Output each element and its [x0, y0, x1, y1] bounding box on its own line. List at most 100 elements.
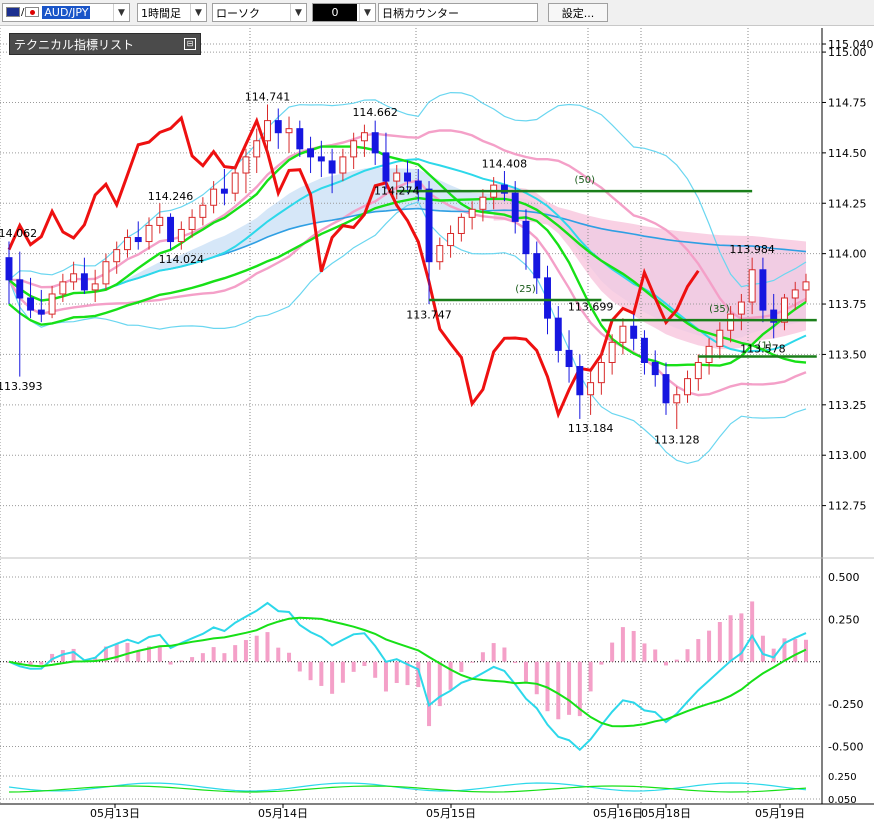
oscillator-histogram-bar: [728, 615, 733, 662]
oscillator-histogram-bar: [793, 638, 798, 662]
candle-body: [630, 325, 638, 339]
price-label: 113.578: [740, 343, 786, 356]
candle-body: [662, 374, 670, 404]
price-tick-label: 114.75: [828, 96, 867, 109]
time-tick-label: 05月16日: [593, 807, 643, 820]
price-label: 113.184: [568, 422, 614, 435]
candle-body: [727, 313, 735, 331]
price-tick-label: 112.75: [828, 500, 867, 513]
candle-body: [479, 196, 487, 210]
oscillator-histogram-bar: [136, 651, 141, 662]
price-label: 114.062: [0, 227, 37, 240]
candle-body: [587, 382, 595, 396]
price-tick-label: 114.50: [828, 147, 867, 160]
minimize-icon[interactable]: ⊟: [184, 38, 196, 50]
candle-body: [640, 337, 648, 363]
oscillator-histogram-bar: [513, 661, 518, 664]
oscillator-histogram-bar: [523, 661, 528, 684]
oscillator-histogram-bar: [491, 643, 496, 662]
oscillator-histogram-bar: [179, 660, 184, 662]
oscillator-histogram-bar: [556, 661, 561, 720]
support-resistance-label: (25): [515, 284, 536, 295]
candle-body: [360, 132, 368, 142]
oscillator-histogram-bar: [610, 642, 615, 662]
candle-body: [296, 128, 304, 150]
candle-body: [791, 289, 799, 299]
candle-body: [188, 216, 196, 230]
oscillator-histogram-bar: [243, 640, 248, 662]
oscillator-histogram-bar: [588, 661, 593, 692]
oscillator-histogram-bar: [631, 630, 636, 662]
sub-tick-label: 0.250: [828, 772, 857, 783]
oscillator-histogram-bar: [448, 661, 453, 690]
indicator-list-title: テクニカル指標リスト: [14, 37, 135, 52]
oscillator-histogram-bar: [39, 661, 44, 665]
candle-body: [393, 172, 401, 182]
candle-body: [404, 172, 411, 182]
candle-body: [468, 208, 476, 218]
candle-body: [802, 281, 810, 291]
candle-body: [608, 341, 616, 363]
price-tick-label: 113.50: [828, 348, 867, 361]
candle-body: [457, 216, 465, 234]
candle-body: [447, 232, 455, 247]
candle-body: [91, 283, 99, 291]
oscillator-histogram-bar: [707, 630, 712, 662]
oscillator-histogram-bar: [340, 661, 345, 683]
price-label: 114.274: [374, 184, 420, 197]
oscillator-histogram-bar: [470, 661, 475, 663]
candle-body: [425, 188, 433, 263]
candle-body: [220, 188, 228, 194]
candle-body: [737, 301, 745, 315]
oscillator-histogram-bar: [653, 649, 658, 662]
price-label: 113.984: [729, 243, 775, 256]
candle-body: [5, 257, 13, 281]
candle-body: [264, 120, 271, 142]
price-tick-label: 113.00: [828, 449, 867, 462]
candle-body: [673, 394, 681, 404]
oscillator-tick-label: -0.500: [828, 740, 863, 753]
price-tick-label: 114.00: [828, 248, 867, 261]
oscillator-histogram-bar: [696, 639, 701, 662]
oscillator-histogram-bar: [717, 622, 722, 662]
sub-tick-label: 0.050: [828, 795, 857, 806]
candle-body: [145, 224, 153, 243]
time-tick-label: 05月13日: [90, 807, 140, 820]
candle-body: [759, 269, 767, 311]
oscillator-histogram-bar: [642, 643, 647, 662]
candle-body: [554, 317, 562, 351]
time-tick-label: 05月19日: [755, 807, 805, 820]
candle-body: [48, 293, 56, 315]
candle-body: [59, 281, 67, 295]
candle-body: [511, 192, 519, 222]
price-label: 114.024: [159, 253, 205, 266]
oscillator-histogram-bar: [190, 657, 195, 662]
price-chart: (50)(25)(35)(1) 114.062113.393114.246114…: [0, 28, 874, 820]
candle-body: [167, 216, 175, 243]
candle-body: [565, 349, 573, 368]
oscillator-histogram-bar: [480, 652, 485, 662]
oscillator-histogram-bar: [383, 661, 388, 692]
oscillator-tick-label: -0.250: [828, 698, 863, 711]
candle-body: [371, 132, 379, 154]
candle-body: [651, 361, 659, 376]
candle-body: [37, 309, 45, 315]
oscillator-histogram-bar: [599, 661, 604, 665]
oscillator-histogram-bar: [308, 661, 313, 681]
oscillator-histogram-bar: [319, 661, 324, 686]
oscillator-histogram-bar: [114, 644, 119, 662]
candle-body: [231, 172, 239, 194]
candle-body: [436, 245, 444, 263]
oscillator-histogram-bar: [351, 661, 356, 672]
candle-body: [80, 273, 88, 291]
indicator-list-panel[interactable]: テクニカル指標リスト ⊟: [9, 33, 201, 55]
support-resistance-label: (35): [709, 304, 730, 315]
time-tick-label: 05月15日: [426, 807, 476, 820]
candle-body: [705, 345, 713, 363]
oscillator-histogram-bar: [663, 661, 668, 666]
candle-body: [780, 297, 788, 323]
candle-body: [328, 160, 336, 174]
time-tick-label: 05月18日: [641, 807, 691, 820]
oscillator-histogram-bar: [394, 661, 399, 683]
candle-body: [533, 253, 541, 279]
